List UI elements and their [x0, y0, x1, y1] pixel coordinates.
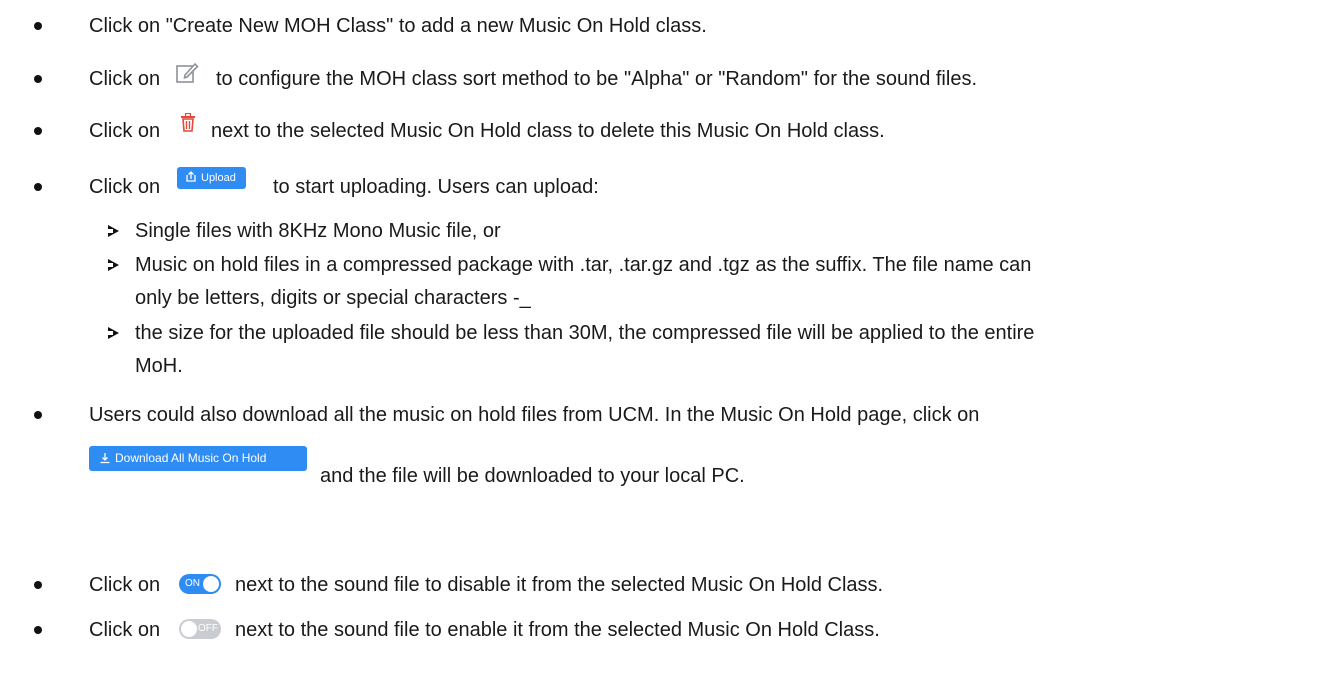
toggle-on-label: ON — [185, 578, 200, 589]
upload-rule-size: the size for the uploaded file should be… — [135, 322, 1035, 344]
instruction-enable-text: next to the sound file to enable it from… — [235, 619, 880, 641]
edit-icon — [176, 62, 199, 83]
download-all-moh-button[interactable]: Download All Music On Hold — [89, 446, 307, 471]
toggle-off-switch[interactable]: OFF — [179, 619, 221, 639]
instruction-disable-text: next to the sound file to disable it fro… — [235, 574, 884, 596]
bullet — [34, 626, 42, 634]
arrow-bullet — [108, 225, 119, 237]
bullet — [34, 411, 42, 419]
trash-icon — [181, 113, 195, 132]
upload-button[interactable]: Upload — [177, 167, 246, 189]
instruction-edit-prefix: Click on — [89, 68, 161, 90]
download-all-moh-label: Download All Music On Hold — [115, 451, 267, 465]
instruction-download-suffix: and the file will be downloaded to your … — [320, 465, 745, 487]
toggle-on-switch[interactable]: ON — [179, 574, 221, 594]
instruction-delete-prefix: Click on — [89, 120, 161, 142]
instruction-edit-text: to configure the MOH class sort method t… — [216, 68, 977, 90]
instruction-enable-prefix: Click on — [89, 619, 161, 641]
upload-rule-compressed-cont: only be letters, digits or special chara… — [135, 287, 531, 309]
toggle-off-label: OFF — [198, 623, 218, 634]
bullet — [34, 183, 42, 191]
bullet — [34, 581, 42, 589]
download-icon — [100, 453, 110, 464]
instruction-create-class: Click on "Create New MOH Class" to add a… — [89, 15, 707, 37]
toggle-knob — [181, 621, 197, 637]
bullet — [34, 22, 42, 30]
upload-rule-size-cont: MoH. — [135, 355, 183, 377]
toggle-knob — [203, 576, 219, 592]
instruction-download-text: Users could also download all the music … — [89, 404, 980, 426]
upload-rule-single: Single files with 8KHz Mono Music file, … — [135, 220, 501, 242]
instruction-disable-prefix: Click on — [89, 574, 161, 596]
instruction-delete-text: next to the selected Music On Hold class… — [211, 120, 885, 142]
upload-icon — [186, 171, 196, 182]
bullet — [34, 127, 42, 135]
instruction-upload-prefix: Click on — [89, 176, 161, 198]
arrow-bullet — [108, 259, 119, 271]
upload-button-label: Upload — [201, 172, 236, 184]
instruction-upload-text: to start uploading. Users can upload: — [273, 176, 599, 198]
arrow-bullet — [108, 327, 119, 339]
upload-rule-compressed: Music on hold files in a compressed pack… — [135, 254, 1032, 276]
bullet — [34, 75, 42, 83]
